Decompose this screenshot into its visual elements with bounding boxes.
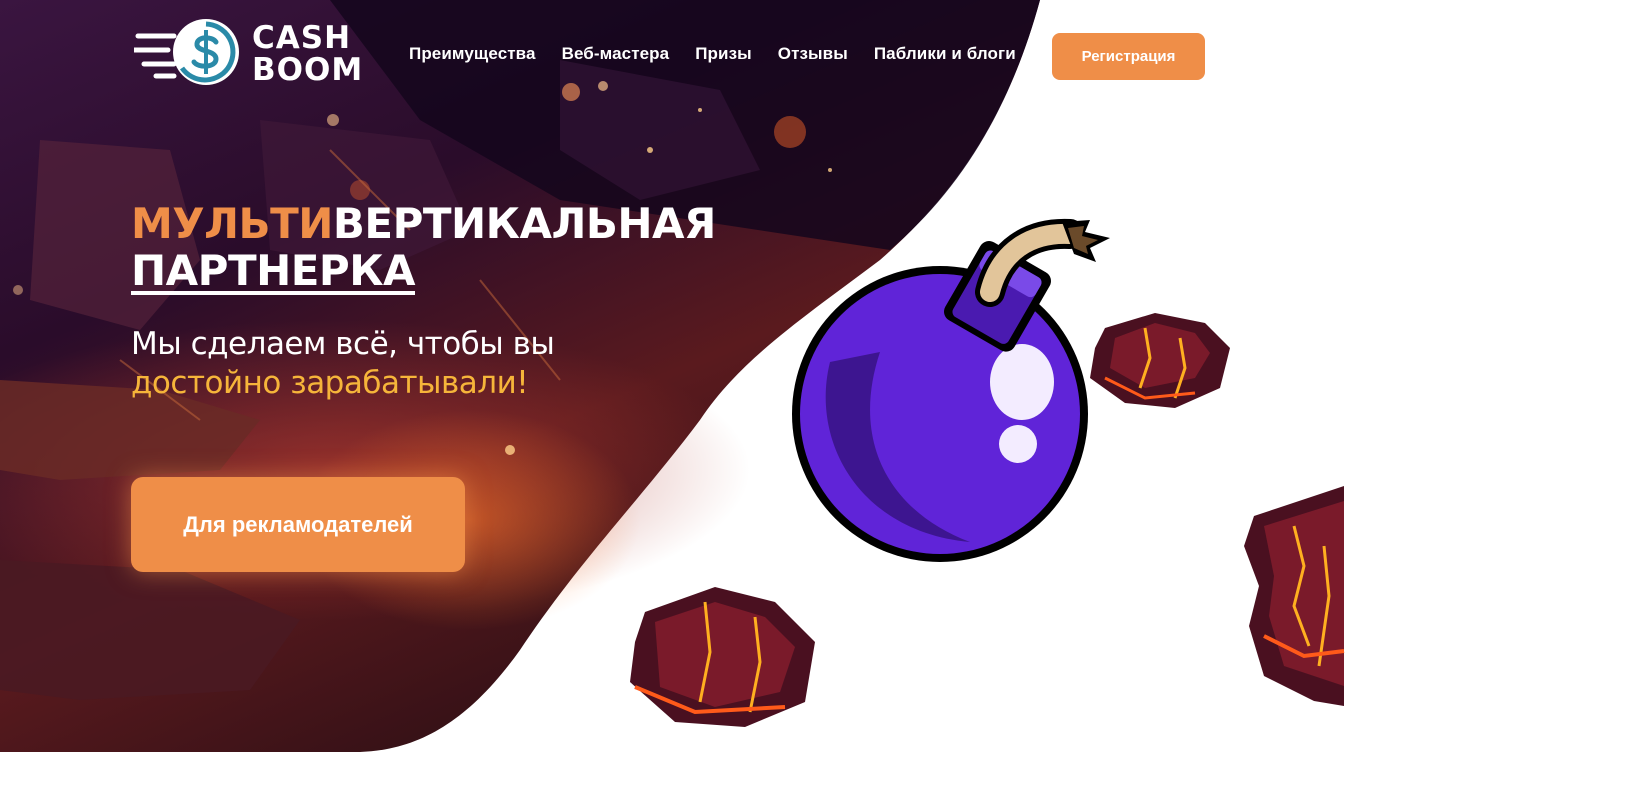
register-button[interactable]: Регистрация (1052, 33, 1205, 80)
for-advertisers-button[interactable]: Для рекламодателей (131, 477, 465, 572)
hero-subtitle: Мы сделаем всё, чтобы вы достойно зараба… (131, 325, 555, 403)
lava-rock-top (1090, 313, 1230, 408)
logo-line-2: BOOM (252, 52, 364, 88)
bomb-illustration (792, 218, 1110, 562)
dollar-coin-icon (134, 19, 239, 85)
nav-link-publics-blogs[interactable]: Паблики и блоги (874, 44, 1016, 64)
hero-subtitle-line-2: достойно зарабатывали! (131, 365, 529, 401)
hero-title-rest: ВЕРТИКАЛЬНАЯ (332, 199, 717, 248)
logo-line-1: CASH (252, 20, 352, 56)
site-header: CASH BOOM Преимущества Веб-мастера Призы… (0, 0, 1634, 110)
hero-title: МУЛЬТИВЕРТИКАЛЬНАЯ ПАРТНЕРКА (131, 200, 716, 295)
hero-title-line-2: ПАРТНЕРКА (131, 246, 416, 295)
main-nav: Преимущества Веб-мастера Призы Отзывы Па… (409, 44, 1042, 64)
nav-link-reviews[interactable]: Отзывы (778, 44, 848, 64)
logo[interactable]: CASH BOOM (134, 18, 378, 88)
hero-subtitle-line-1: Мы сделаем всё, чтобы вы (131, 326, 555, 362)
hero-title-accent: МУЛЬТИ (131, 199, 333, 248)
nav-link-prizes[interactable]: Призы (695, 44, 752, 64)
lava-rock-bottom (630, 587, 815, 727)
nav-link-webmasters[interactable]: Веб-мастера (562, 44, 670, 64)
lava-rock-right (1244, 486, 1345, 706)
logo-wordmark: CASH BOOM (252, 22, 363, 86)
nav-link-advantages[interactable]: Преимущества (409, 44, 536, 64)
